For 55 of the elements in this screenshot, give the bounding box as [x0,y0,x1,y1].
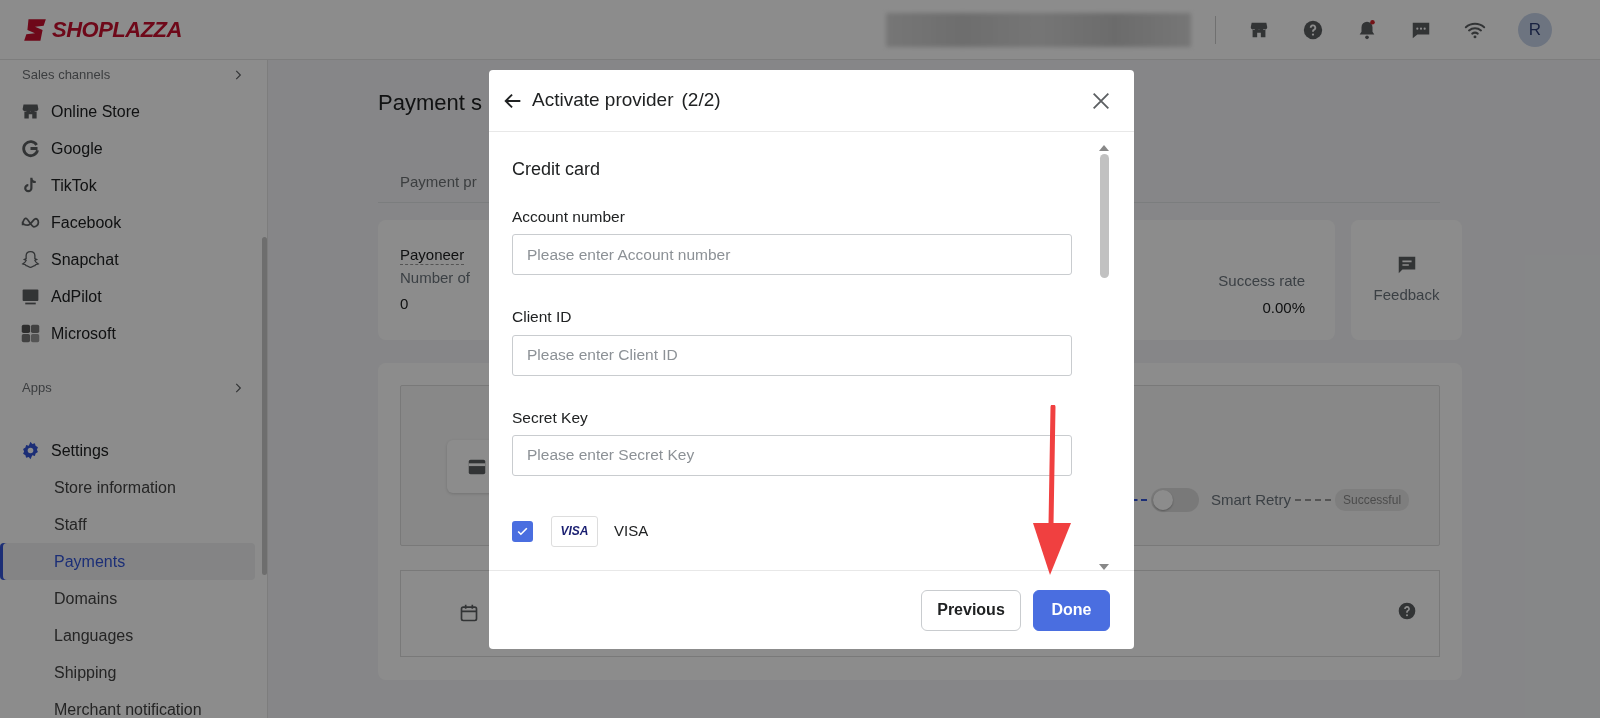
windows-icon [20,323,41,344]
sidebar-item[interactable]: Merchant notification [0,691,255,718]
help-icon[interactable] [1302,18,1324,41]
sidebar-item[interactable]: Microsoft [0,315,255,352]
gear-icon [20,440,41,461]
help-icon[interactable] [1397,601,1417,621]
step-counter: (2/2) [681,88,721,113]
input-field[interactable]: Please enter Client ID [512,334,1072,376]
checkbox[interactable] [512,520,533,542]
field-label: Secret Key [512,407,589,428]
feedback-button[interactable]: Feedback [1351,220,1462,340]
toggle-switch[interactable] [1151,488,1199,512]
card-logo: VISA [551,515,598,547]
sidebar-item[interactable]: Snapchat [0,241,255,278]
scrollbar-thumb[interactable] [1100,154,1109,278]
ghost-icon [20,249,41,270]
google-icon [20,138,41,159]
tab[interactable]: Payment pr [378,171,477,194]
metric-value: 0 [400,294,410,314]
card-label: VISA [614,521,649,541]
sidebar-item[interactable]: Store information [0,469,255,506]
scrollbar-thumb[interactable] [262,237,267,575]
sidebar-item[interactable]: Staff [0,506,255,543]
sidebar-item[interactable]: Online Store [0,93,255,130]
connector-line [1295,499,1331,501]
scroll-up-icon[interactable] [1098,144,1110,153]
sidebar-item[interactable]: Google [0,130,255,167]
rate-value: 0.00% [1261,297,1305,318]
previous-button[interactable]: Previous [921,589,1021,631]
section-title: Credit card [512,158,602,181]
avatar[interactable]: R [1518,12,1552,47]
metric-label: Number of [400,267,471,288]
field-label: Account number [512,207,626,227]
logo-text: SHOPLAZZA [52,16,182,44]
field-label: Client ID [512,307,573,328]
sidebar-item[interactable]: Payments [0,543,255,580]
section-heading: Apps [22,379,52,398]
section-heading: Sales channels [22,66,111,85]
sidebar-item[interactable]: TikTok [0,167,255,204]
sidebar-item[interactable]: Domains [0,580,255,617]
provider-name: Payoneer [400,246,465,265]
dialog-title: Activate provider [532,88,674,113]
calendar-icon [459,603,479,623]
sidebar-item[interactable]: Languages [0,617,255,654]
rate-label: Success rate [1218,271,1305,291]
page-title: Payment s [378,89,482,117]
step-label: Smart Retry [1211,489,1291,510]
sidebar-item[interactable]: AdPilot [0,278,255,315]
sidebar-item[interactable]: Settings [0,432,255,469]
input-field[interactable]: Please enter Account number [512,234,1072,276]
sidebar-item[interactable]: Facebook [0,204,255,241]
sidebar-item[interactable]: Shipping [0,654,255,691]
done-button[interactable]: Done [1033,589,1110,631]
input-field[interactable]: Please enter Secret Key [512,434,1072,476]
scroll-down-icon[interactable] [1098,563,1110,570]
